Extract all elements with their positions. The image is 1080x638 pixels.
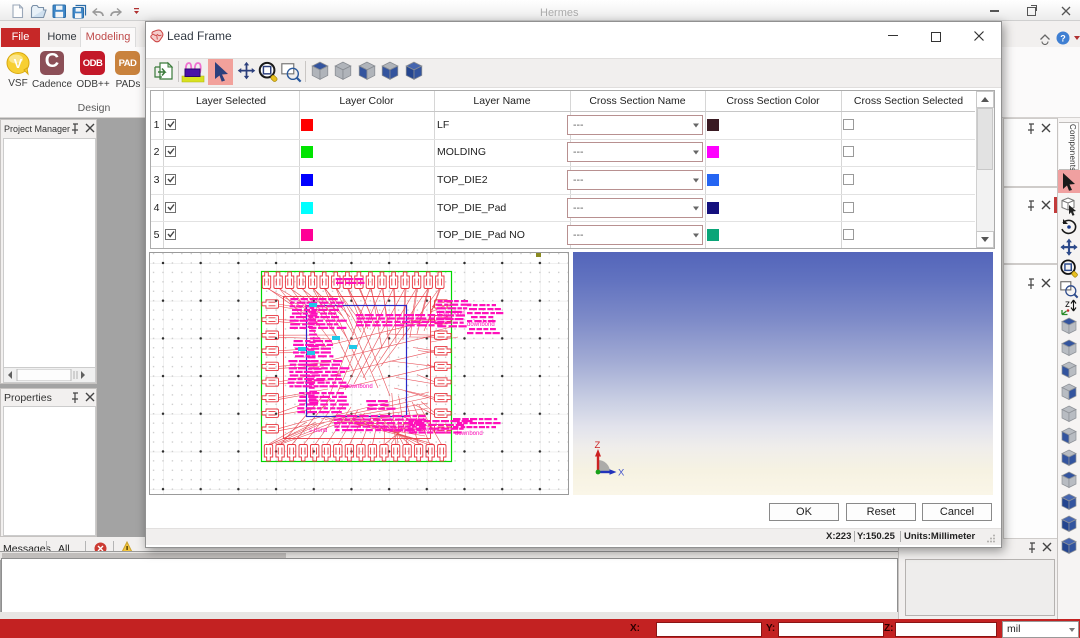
svg-text:z: z <box>1065 299 1070 310</box>
svg-text:downbond: downbond <box>345 384 373 390</box>
svg-text:downbond: downbond <box>417 427 445 433</box>
svg-text:X: X <box>618 468 625 479</box>
svg-text:downbond: downbond <box>455 431 483 437</box>
svg-text:downbond: downbond <box>437 311 465 317</box>
svg-text:s-bond: s-bond <box>309 428 327 434</box>
svg-text:?: ? <box>1060 34 1066 44</box>
svg-text:V: V <box>14 56 23 71</box>
svg-text:Z: Z <box>595 440 601 451</box>
svg-text:downbond: downbond <box>389 428 417 434</box>
svg-text:downbond: downbond <box>467 322 495 328</box>
